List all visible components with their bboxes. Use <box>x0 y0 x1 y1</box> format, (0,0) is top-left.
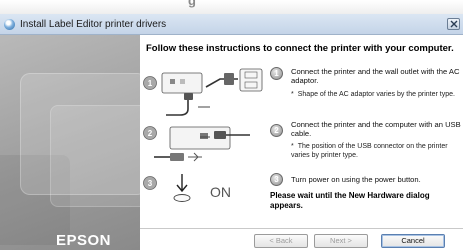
note-bullet: * <box>291 91 294 98</box>
illustration-step-3-number: 3 <box>148 179 153 188</box>
usb-symbol <box>188 152 202 162</box>
step-1-note-text: Shape of the AC adaptor varies by the pr… <box>297 91 455 98</box>
epson-logo: EPSON <box>56 232 112 249</box>
step-1-badge: 1 <box>270 67 283 80</box>
title-bar[interactable]: Install Label Editor printer drivers <box>0 14 463 35</box>
page-heading: Follow these instructions to connect the… <box>146 43 454 54</box>
decorative-shape <box>50 105 140 207</box>
power-button <box>173 194 191 202</box>
step-3-text: Turn power on using the power button. <box>291 175 421 184</box>
power-plug <box>224 73 234 85</box>
illustration-step-1-number: 1 <box>148 79 153 88</box>
printer-usb-port <box>200 133 208 139</box>
illustration-step-2-number: 2 <box>148 129 153 138</box>
step-2-badge: 2 <box>270 124 283 137</box>
press-arrow <box>176 174 188 193</box>
ac-adaptor-plug <box>184 93 193 100</box>
step-2-note: * The position of the USB connector on th… <box>291 143 461 160</box>
instructions-panel: Follow these instructions to connect the… <box>140 35 463 250</box>
usb-plug <box>170 153 184 161</box>
background-window-strip: g <box>0 0 463 14</box>
printer-port <box>170 79 175 84</box>
connection-illustration: 1 2 3 ON <box>143 68 263 202</box>
power-on-label: ON <box>210 184 231 200</box>
printer-port <box>180 79 185 84</box>
back-button[interactable]: < Back <box>254 234 308 248</box>
usb-plug <box>214 131 226 139</box>
step-3-badge: 3 <box>270 173 283 186</box>
step-2-note-text: The position of the USB connector on the… <box>291 143 448 159</box>
close-icon <box>450 20 458 28</box>
background-heading-fragment: g <box>188 0 196 8</box>
close-button[interactable] <box>447 18 460 30</box>
note-bullet: * <box>291 143 294 150</box>
next-button[interactable]: Next > <box>314 234 368 248</box>
step-1-text: Connect the printer and the wall outlet … <box>291 67 460 85</box>
dialog-footer: < Back Next > Cancel <box>140 228 463 250</box>
wait-message: Please wait until the New Hardware dialo… <box>270 191 430 210</box>
window-title: Install Label Editor printer drivers <box>20 19 167 30</box>
sidebar-banner: EPSON <box>0 35 140 250</box>
step-2-text: Connect the printer and the computer wit… <box>291 120 461 138</box>
wall-outlet <box>239 68 263 92</box>
cancel-button[interactable]: Cancel <box>381 234 445 248</box>
installer-app-icon <box>4 19 15 30</box>
step-1-note: * Shape of the AC adaptor varies by the p… <box>291 91 461 100</box>
